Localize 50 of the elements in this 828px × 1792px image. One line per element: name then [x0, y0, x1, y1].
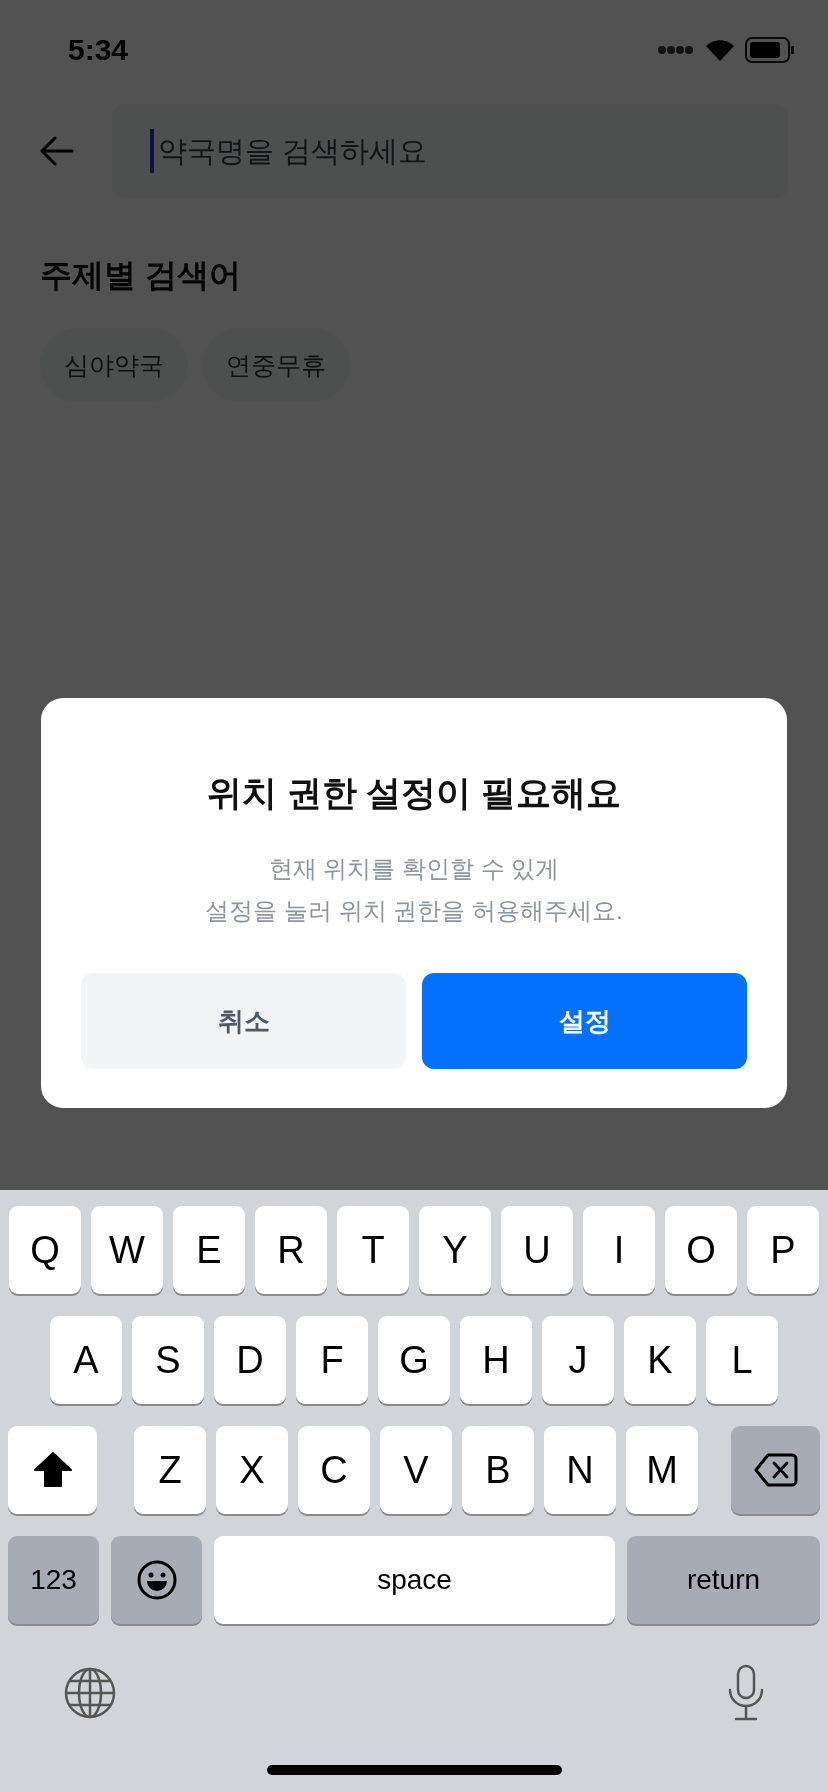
signal-icon: [657, 44, 695, 56]
key[interactable]: F: [296, 1316, 368, 1404]
battery-icon: [745, 37, 795, 63]
emoji-key[interactable]: [111, 1536, 202, 1624]
key[interactable]: X: [216, 1426, 288, 1514]
shift-key[interactable]: [8, 1426, 97, 1514]
key[interactable]: L: [706, 1316, 778, 1404]
key[interactable]: T: [337, 1206, 409, 1294]
key[interactable]: D: [214, 1316, 286, 1404]
key[interactable]: H: [460, 1316, 532, 1404]
key[interactable]: W: [91, 1206, 163, 1294]
microphone-icon[interactable]: [726, 1664, 766, 1722]
key[interactable]: G: [378, 1316, 450, 1404]
dialog-title: 위치 권한 설정이 필요해요: [206, 772, 622, 814]
dialog-message: 현재 위치를 확인할 수 있게: [268, 854, 560, 884]
shift-arrow-icon: [33, 1452, 72, 1488]
back-arrow-icon[interactable]: [40, 136, 74, 166]
numbers-key[interactable]: 123: [8, 1536, 99, 1624]
status-time: 5:34: [68, 33, 129, 67]
key[interactable]: Q: [9, 1206, 81, 1294]
search-field[interactable]: 약국명을 검색하세요: [112, 104, 788, 198]
dialog-message: 설정을 눌러 위치 권한을 허용해주세요.: [205, 896, 623, 926]
key[interactable]: A: [50, 1316, 122, 1404]
key[interactable]: I: [583, 1206, 655, 1294]
key[interactable]: R: [255, 1206, 327, 1294]
key[interactable]: P: [747, 1206, 819, 1294]
return-key[interactable]: return: [627, 1536, 820, 1624]
key[interactable]: N: [544, 1426, 616, 1514]
key[interactable]: S: [132, 1316, 204, 1404]
text-cursor: [150, 129, 154, 173]
key[interactable]: O: [665, 1206, 737, 1294]
backspace-icon: [753, 1453, 798, 1487]
key[interactable]: J: [542, 1316, 614, 1404]
key[interactable]: B: [462, 1426, 534, 1514]
space-key[interactable]: space: [214, 1536, 615, 1624]
confirm-button[interactable]: 설정: [422, 973, 747, 1069]
delete-key[interactable]: [731, 1426, 820, 1514]
key[interactable]: Z: [134, 1426, 206, 1514]
globe-icon[interactable]: [63, 1666, 117, 1720]
key[interactable]: Y: [419, 1206, 491, 1294]
key[interactable]: E: [173, 1206, 245, 1294]
cancel-button[interactable]: 취소: [81, 973, 406, 1069]
section-title: 주제별 검색어: [39, 256, 242, 295]
smiley-icon: [135, 1559, 178, 1601]
wifi-icon: [705, 38, 735, 62]
key[interactable]: U: [501, 1206, 573, 1294]
key[interactable]: K: [624, 1316, 696, 1404]
key[interactable]: C: [298, 1426, 370, 1514]
key[interactable]: M: [626, 1426, 698, 1514]
key[interactable]: V: [380, 1426, 452, 1514]
